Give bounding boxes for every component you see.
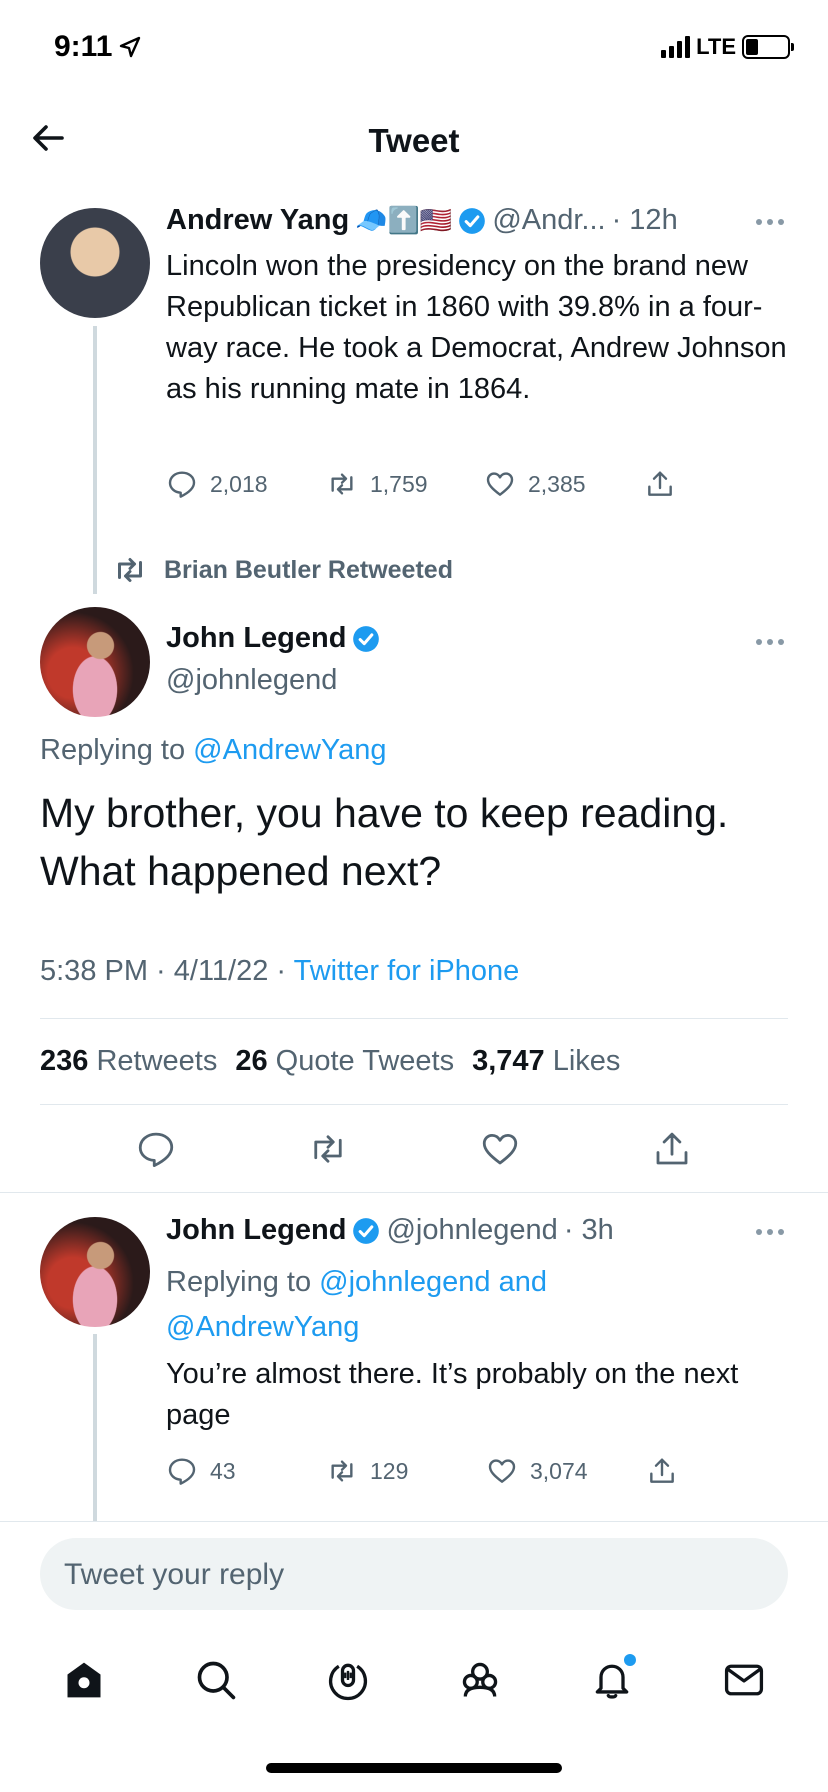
tab-bar	[0, 1640, 828, 1720]
reply-tweet-actions: 43 129 3,074	[166, 1455, 678, 1487]
network-label: LTE	[696, 34, 736, 59]
reply-icon[interactable]	[135, 1128, 177, 1170]
like-button[interactable]: 2,385	[484, 468, 644, 500]
retweet-icon	[331, 473, 353, 495]
notification-dot	[624, 1654, 636, 1666]
reply-icon	[168, 471, 196, 498]
divider	[0, 1521, 828, 1522]
page-title: Tweet	[368, 122, 460, 159]
tweet-time: · 12h	[611, 204, 678, 236]
thread-line	[93, 326, 97, 594]
status-time: 9:11	[54, 30, 142, 64]
communities-icon[interactable]	[458, 1658, 502, 1702]
retweet-button[interactable]: 129	[326, 1455, 486, 1487]
avatar-john-legend[interactable]	[40, 607, 150, 717]
retweet-icon	[118, 558, 142, 582]
author-name[interactable]: John Legend	[166, 622, 346, 655]
author-handle: @Andr...	[492, 204, 606, 236]
signal-icon	[661, 36, 691, 58]
home-indicator[interactable]	[266, 1763, 562, 1773]
verified-badge-icon	[353, 1217, 380, 1244]
reply-icon	[168, 1458, 196, 1485]
likes-stat[interactable]: 3,747 Likes	[472, 1045, 620, 1078]
engagement-stats: 236 Retweets 26 Quote Tweets 3,747 Likes	[40, 1045, 620, 1078]
name-emojis: 🧢⬆️🇺🇸	[355, 205, 453, 235]
parent-tweet-actions: 2,018 1,759 2,385	[166, 468, 676, 500]
main-tweet-text: My brother, you have to keep reading. Wh…	[40, 790, 729, 894]
retweet-icon[interactable]	[307, 1128, 349, 1170]
home-icon[interactable]	[62, 1658, 106, 1702]
share-icon	[650, 1458, 674, 1483]
author-name[interactable]: John Legend	[166, 1214, 346, 1247]
mention-link[interactable]: @AndrewYang	[193, 734, 386, 766]
tweet-time: · 3h	[563, 1214, 614, 1246]
search-icon[interactable]	[194, 1658, 238, 1702]
share-button[interactable]	[644, 468, 676, 500]
author-name[interactable]: Andrew Yang	[166, 204, 349, 237]
battery-icon	[742, 35, 794, 59]
parent-tweet-text: Lincoln won the presidency on the brand …	[166, 250, 787, 405]
like-button[interactable]: 3,074	[486, 1455, 646, 1487]
heart-icon	[488, 1459, 516, 1483]
reply-input[interactable]: Tweet your reply	[40, 1538, 788, 1610]
parent-tweet-header: Andrew Yang 🧢⬆️🇺🇸 @Andr... · 12h	[166, 204, 678, 237]
heart-icon	[486, 472, 514, 496]
quotes-stat[interactable]: 26 Quote Tweets	[235, 1045, 454, 1078]
replying-to: Replying to @AndrewYang	[40, 734, 387, 766]
reply-tweet-header: John Legend @johnlegend · 3h	[166, 1214, 614, 1247]
retweet-icon	[331, 1460, 353, 1482]
author-handle: @johnlegend	[166, 664, 338, 696]
more-options-icon[interactable]	[756, 219, 784, 225]
reply-button[interactable]: 43	[166, 1455, 326, 1487]
share-icon[interactable]	[651, 1128, 693, 1170]
spaces-icon[interactable]	[326, 1658, 370, 1702]
divider	[40, 1104, 788, 1105]
more-options-icon[interactable]	[756, 639, 784, 645]
thread-line	[93, 1334, 97, 1522]
author-handle: @johnlegend	[386, 1214, 558, 1246]
heart-icon[interactable]	[479, 1128, 521, 1170]
mention-link[interactable]: @AndrewYang	[166, 1311, 359, 1343]
main-tweet-header: John Legend	[166, 622, 380, 655]
messages-icon[interactable]	[722, 1658, 766, 1702]
notifications-tab[interactable]	[590, 1654, 636, 1702]
main-tweet-actions	[0, 1128, 828, 1170]
retweet-context: Brian Beutler Retweeted	[110, 552, 453, 588]
location-arrow-icon	[120, 36, 141, 58]
divider	[0, 1192, 828, 1193]
avatar-andrew-yang[interactable]	[40, 208, 150, 318]
share-button[interactable]	[646, 1455, 678, 1487]
more-options-icon[interactable]	[756, 1229, 784, 1235]
replying-to: Replying to @johnlegend and @AndrewYang	[166, 1266, 547, 1343]
retweet-button[interactable]: 1,759	[326, 468, 484, 500]
avatar-john-legend[interactable]	[40, 1217, 150, 1327]
reply-tweet-text: You’re almost there. It’s probably on th…	[166, 1358, 739, 1431]
verified-badge-icon	[353, 625, 380, 652]
share-icon	[648, 471, 672, 496]
tweet-meta: 5:38 PM · 4/11/22 · Twitter for iPhone	[40, 955, 520, 987]
retweets-stat[interactable]: 236 Retweets	[40, 1045, 217, 1078]
reply-button[interactable]: 2,018	[166, 468, 326, 500]
status-indicators: LTE	[661, 34, 794, 60]
divider	[40, 1018, 788, 1019]
verified-badge-icon	[459, 207, 486, 234]
mention-link[interactable]: @johnlegend and	[319, 1266, 547, 1298]
source-link[interactable]: Twitter for iPhone	[294, 955, 520, 987]
